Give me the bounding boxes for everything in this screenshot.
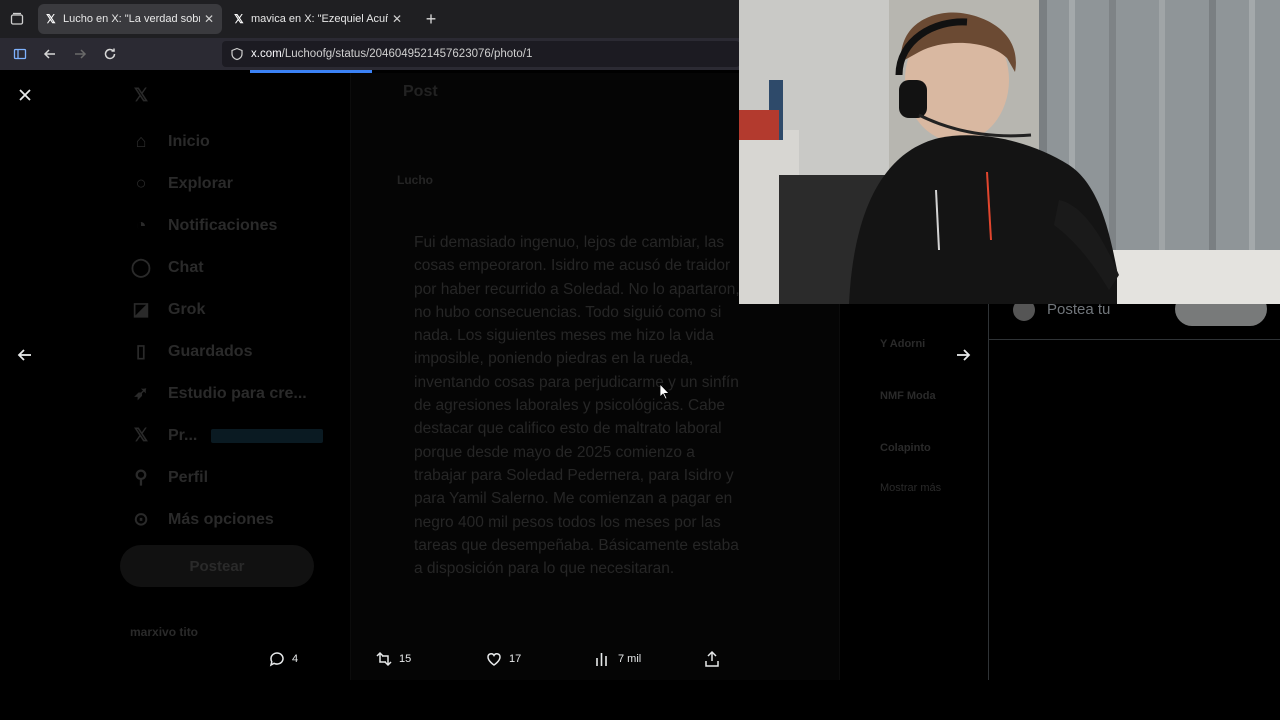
previous-photo-icon[interactable] xyxy=(14,344,36,366)
trend-item: Y Adorni xyxy=(880,338,926,350)
nav-premium: 𝕏 Pr... xyxy=(130,425,324,447)
nav-home: ⌂ Inicio xyxy=(130,131,210,153)
nav-chat: ◯ Chat xyxy=(130,257,204,277)
grok-icon: ◪ xyxy=(132,299,150,319)
reload-icon[interactable] xyxy=(95,39,125,69)
views-icon xyxy=(596,653,607,666)
search-icon: ○ xyxy=(135,173,147,193)
close-tab-icon[interactable]: ✕ xyxy=(204,12,214,26)
x-logo-icon: 𝕏 xyxy=(133,85,149,105)
nav-explore: ○ Explorar xyxy=(130,173,233,195)
repost-count: 15 xyxy=(399,653,412,665)
post-text: Fui demasiado ingenuo, lejos de cambiar,… xyxy=(414,234,740,578)
site-security-icon[interactable] xyxy=(230,47,244,61)
screen: 𝕏 Lucho en X: "La verdad sobre Is ✕ 𝕏 ma… xyxy=(0,0,1280,720)
reply-count: 4 xyxy=(292,653,299,665)
home-icon: ⌂ xyxy=(135,131,147,151)
post-button: Postear xyxy=(120,545,314,587)
nav-grok: ◪ Grok xyxy=(130,299,205,321)
trend-item: NMF Moda xyxy=(880,390,936,402)
post-header: Post xyxy=(403,83,438,100)
tab-list-icon[interactable] xyxy=(0,0,34,38)
account-name: marxivo tito xyxy=(130,625,199,639)
share-icon xyxy=(705,650,719,667)
back-arrow-icon[interactable] xyxy=(35,39,65,69)
reply-icon xyxy=(269,652,284,667)
nav-creator-studio: ➶ Estudio para cre... xyxy=(130,383,306,405)
person-icon: ⚲ xyxy=(134,467,148,487)
bell-icon: ◔ xyxy=(135,215,147,235)
bookmark-icon: ▯ xyxy=(136,341,146,361)
sidebar-toggle-icon[interactable] xyxy=(5,39,35,69)
chat-icon: ◯ xyxy=(130,257,152,277)
url-path: /Luchoofg/status/2046049521457623076/pho… xyxy=(281,48,533,60)
views-count: 7 mil xyxy=(618,653,642,665)
repost-icon xyxy=(376,651,392,667)
views-action[interactable]: 7 mil xyxy=(594,650,641,668)
url-host: x.com xyxy=(251,48,282,60)
like-count: 17 xyxy=(509,653,522,665)
more-icon: ⊙ xyxy=(133,509,149,529)
x-left-nav: 𝕏 ⌂ Inicio ○ Explorar ◔ Notificaciones ◯ Cha… xyxy=(120,73,340,680)
mouse-cursor-icon xyxy=(660,384,670,400)
webcam-overlay xyxy=(739,0,1280,304)
x-icon: 𝕏 xyxy=(133,425,149,445)
post-author: Lucho xyxy=(397,173,433,187)
browser-tab-bar: 𝕏 Lucho en X: "La verdad sobre Is ✕ 𝕏 ma… xyxy=(0,0,740,38)
x-logo-icon: 𝕏 xyxy=(46,12,56,26)
nav-more-options: ⊙ Más opciones xyxy=(130,509,273,531)
nav-notifications: ◔ Notificaciones xyxy=(130,215,278,237)
post-actions: 4 15 17 7 mil xyxy=(0,640,988,680)
tab-title: mavica en X: "Ezequiel Acuña, u xyxy=(251,13,388,25)
browser-nav-bar: x.com/Luchoofg/status/204604952145762307… xyxy=(0,38,740,70)
next-photo-icon[interactable] xyxy=(952,344,974,366)
x-logo-icon: 𝕏 xyxy=(234,12,244,26)
forward-arrow-icon[interactable] xyxy=(65,39,95,69)
new-tab-button[interactable]: + xyxy=(416,9,446,30)
nav-profile: ⚲ Perfil xyxy=(130,467,208,489)
close-viewer-icon[interactable] xyxy=(14,84,36,106)
share-action[interactable] xyxy=(703,650,727,668)
like-action[interactable]: 17 xyxy=(485,650,521,668)
reply-action[interactable]: 4 xyxy=(268,650,298,668)
webcam-image xyxy=(739,0,1280,304)
tab-lucho[interactable]: 𝕏 Lucho en X: "La verdad sobre Is ✕ xyxy=(38,4,222,34)
show-more-link: Mostrar más xyxy=(880,482,942,494)
heart-icon xyxy=(487,653,501,666)
trend-item: Colapinto xyxy=(880,442,931,454)
rocket-icon: ➶ xyxy=(133,383,149,403)
tab-mavica[interactable]: 𝕏 mavica en X: "Ezequiel Acuña, u ✕ xyxy=(226,4,410,34)
repost-action[interactable]: 15 xyxy=(375,650,411,668)
reply-panel: Postea tu xyxy=(988,280,1280,680)
tab-title: Lucho en X: "La verdad sobre Is xyxy=(63,13,200,25)
bottom-strip xyxy=(0,680,1280,720)
address-bar[interactable]: x.com/Luchoofg/status/204604952145762307… xyxy=(222,41,740,67)
nav-bookmarks: ▯ Guardados xyxy=(130,341,252,363)
close-tab-icon[interactable]: ✕ xyxy=(392,12,402,26)
